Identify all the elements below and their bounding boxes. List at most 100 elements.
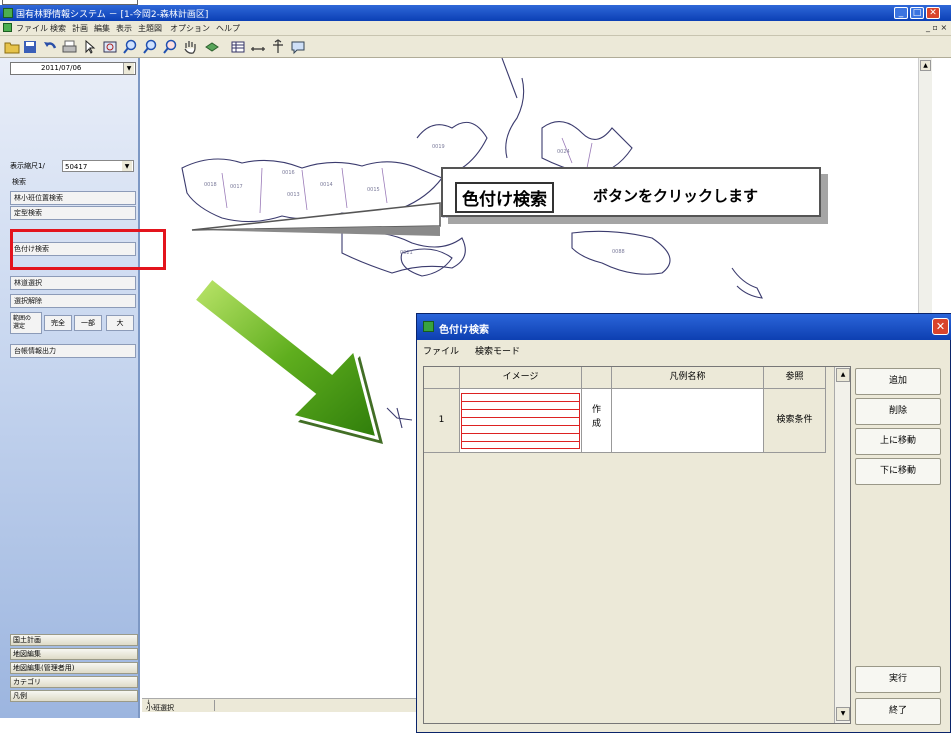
color-search-dialog: 色付け検索 ✕ ファイル 検索モード イメージ 凡例名称 参照 1 作 成 検索… bbox=[416, 313, 951, 733]
menu-theme-map[interactable]: 主題図 bbox=[138, 23, 162, 34]
run-button[interactable]: 実行 bbox=[855, 666, 941, 693]
range-other-button[interactable]: 大 bbox=[106, 315, 134, 331]
scale-row: 表示縮尺1/ 50417 ▼ bbox=[10, 160, 138, 174]
dialog-icon bbox=[423, 321, 434, 332]
panel-tab-map-edit[interactable]: 地図編集 bbox=[10, 648, 138, 660]
callout-text: ボタンをクリックします bbox=[593, 187, 759, 205]
delete-button[interactable]: 削除 bbox=[855, 398, 941, 425]
menu-options[interactable]: オプション bbox=[170, 23, 210, 34]
scale-value: 50417 bbox=[65, 163, 88, 171]
print-icon[interactable] bbox=[62, 39, 78, 55]
date-value: 2011/07/06 bbox=[41, 64, 82, 72]
scale-select[interactable]: 50417 ▼ bbox=[62, 160, 134, 172]
dialog-menu-file[interactable]: ファイル bbox=[423, 344, 459, 357]
callout-pointer bbox=[191, 202, 441, 231]
deselect-button[interactable]: 選択解除 bbox=[10, 294, 136, 308]
row-image-cell[interactable] bbox=[460, 389, 582, 453]
pan-hand-icon[interactable] bbox=[182, 39, 198, 55]
zoom-in-icon[interactable] bbox=[122, 39, 138, 55]
toolbar bbox=[0, 36, 951, 58]
comment-icon[interactable] bbox=[290, 39, 306, 55]
save-icon[interactable] bbox=[22, 39, 38, 55]
north-arrow-icon[interactable] bbox=[270, 39, 286, 55]
range-part-button[interactable]: 一部 bbox=[74, 315, 102, 331]
maximize-button[interactable]: □ bbox=[910, 7, 924, 19]
map-label: 0017 bbox=[230, 184, 243, 190]
dialog-title: 色付け検索 bbox=[439, 325, 489, 336]
range-full-button[interactable]: 完全 bbox=[44, 315, 72, 331]
dialog-menu-search-mode[interactable]: 検索モード bbox=[475, 344, 520, 357]
window-title: 国有林野情報システム － [1-今岡2-森林計画区] bbox=[16, 10, 209, 20]
add-button[interactable]: 追加 bbox=[855, 368, 941, 395]
dialog-close-button[interactable]: ✕ bbox=[932, 318, 949, 335]
callout-button-name: 色付け検索 bbox=[455, 182, 554, 213]
date-select[interactable]: 2011/07/06 ▼ bbox=[10, 62, 136, 75]
range-select-label: 範囲の 選定 bbox=[10, 312, 42, 334]
row-number: 1 bbox=[424, 389, 460, 453]
zoom-out-icon[interactable] bbox=[142, 39, 158, 55]
move-up-button[interactable]: 上に移動 bbox=[855, 428, 941, 455]
menu-view[interactable]: 表示 bbox=[116, 23, 132, 34]
grid-header-blank bbox=[582, 367, 612, 389]
measure-icon[interactable] bbox=[250, 39, 266, 55]
move-down-button[interactable]: 下に移動 bbox=[855, 458, 941, 485]
status-divider bbox=[214, 700, 215, 711]
menu-edit[interactable]: 編集 bbox=[94, 23, 110, 34]
panel-tab-category[interactable]: カテゴリ bbox=[10, 676, 138, 688]
layer-icon[interactable] bbox=[204, 39, 220, 55]
panel-tab-map-edit-admin[interactable]: 地図編集(管理者用) bbox=[10, 662, 138, 674]
row-legend-name[interactable] bbox=[612, 389, 764, 453]
open-folder-icon[interactable] bbox=[4, 39, 20, 55]
grid-scrollbar[interactable]: ▲ ▼ bbox=[834, 367, 850, 723]
dialog-menu-bar: ファイル 検索モード bbox=[417, 340, 951, 360]
map-label: 0013 bbox=[287, 192, 300, 198]
menu-file[interactable]: ファイル bbox=[16, 23, 48, 34]
grid-header-corner bbox=[424, 367, 460, 389]
panel-tab-legend[interactable]: 凡例 bbox=[10, 690, 138, 702]
menu-help[interactable]: ヘルプ bbox=[216, 23, 240, 34]
range-select-row: 範囲の 選定 完全 一部 大 bbox=[10, 312, 136, 334]
legend-grid[interactable]: イメージ 凡例名称 参照 1 作 成 検索条件 ▲ ▼ bbox=[423, 366, 851, 724]
zoom-area-icon[interactable] bbox=[102, 39, 118, 55]
scroll-down-icon[interactable]: ▼ bbox=[836, 707, 850, 721]
undo-icon[interactable] bbox=[42, 39, 58, 55]
row-create-button[interactable]: 作 成 bbox=[582, 389, 612, 453]
app-icon bbox=[3, 8, 13, 18]
highlight-box bbox=[10, 229, 166, 270]
finish-button[interactable]: 終了 bbox=[855, 698, 941, 725]
scroll-up-icon[interactable]: ▲ bbox=[920, 60, 931, 71]
grid-header-legend-name: 凡例名称 bbox=[612, 367, 764, 389]
left-panel: 2011/07/06 ▼ 表示縮尺1/ 50417 ▼ 検索 林小班位置検索 定… bbox=[0, 58, 140, 718]
menu-plan[interactable]: 計画 bbox=[72, 23, 88, 34]
map-label: 0014 bbox=[320, 182, 333, 188]
doc-icon bbox=[3, 23, 12, 32]
search-section-header: 検索 bbox=[12, 178, 26, 186]
mdi-controls[interactable]: _ ▫ × bbox=[926, 23, 947, 32]
table-icon[interactable] bbox=[230, 39, 246, 55]
map-label: 0018 bbox=[204, 182, 217, 188]
hatch-swatch bbox=[461, 393, 580, 449]
panel-tab-national-plan[interactable]: 国土計画 bbox=[10, 634, 138, 646]
forest-road-select-button[interactable]: 林道選択 bbox=[10, 276, 136, 290]
window-titlebar: 国有林野情報システム － [1-今岡2-森林計画区] _ □ ✕ bbox=[0, 5, 951, 21]
chevron-down-icon[interactable]: ▼ bbox=[122, 161, 132, 171]
instruction-callout: 色付け検索 ボタンをクリックします bbox=[441, 167, 821, 217]
chevron-down-icon[interactable]: ▼ bbox=[123, 63, 134, 74]
grid-header-reference: 参照 bbox=[764, 367, 826, 389]
row-search-condition-button[interactable]: 検索条件 bbox=[764, 389, 826, 453]
select-icon[interactable] bbox=[82, 39, 98, 55]
minimize-button[interactable]: _ bbox=[894, 7, 908, 19]
location-search-button[interactable]: 林小班位置検索 bbox=[10, 191, 136, 205]
scroll-up-icon[interactable]: ▲ bbox=[836, 368, 850, 382]
pointer-arrow bbox=[191, 275, 383, 444]
map-label: 0024 bbox=[557, 149, 570, 155]
zoom-extent-icon[interactable] bbox=[162, 39, 178, 55]
menu-search[interactable]: 検索 bbox=[50, 23, 66, 34]
map-label: 0015 bbox=[367, 187, 380, 193]
fixed-search-button[interactable]: 定型検索 bbox=[10, 206, 136, 220]
map-label: 0088 bbox=[612, 249, 625, 255]
ledger-output-button[interactable]: 台帳情報出力 bbox=[10, 344, 136, 358]
dialog-titlebar: 色付け検索 ✕ bbox=[417, 314, 951, 340]
status-mode: 小班選択 bbox=[146, 704, 174, 712]
close-button[interactable]: ✕ bbox=[926, 7, 940, 19]
